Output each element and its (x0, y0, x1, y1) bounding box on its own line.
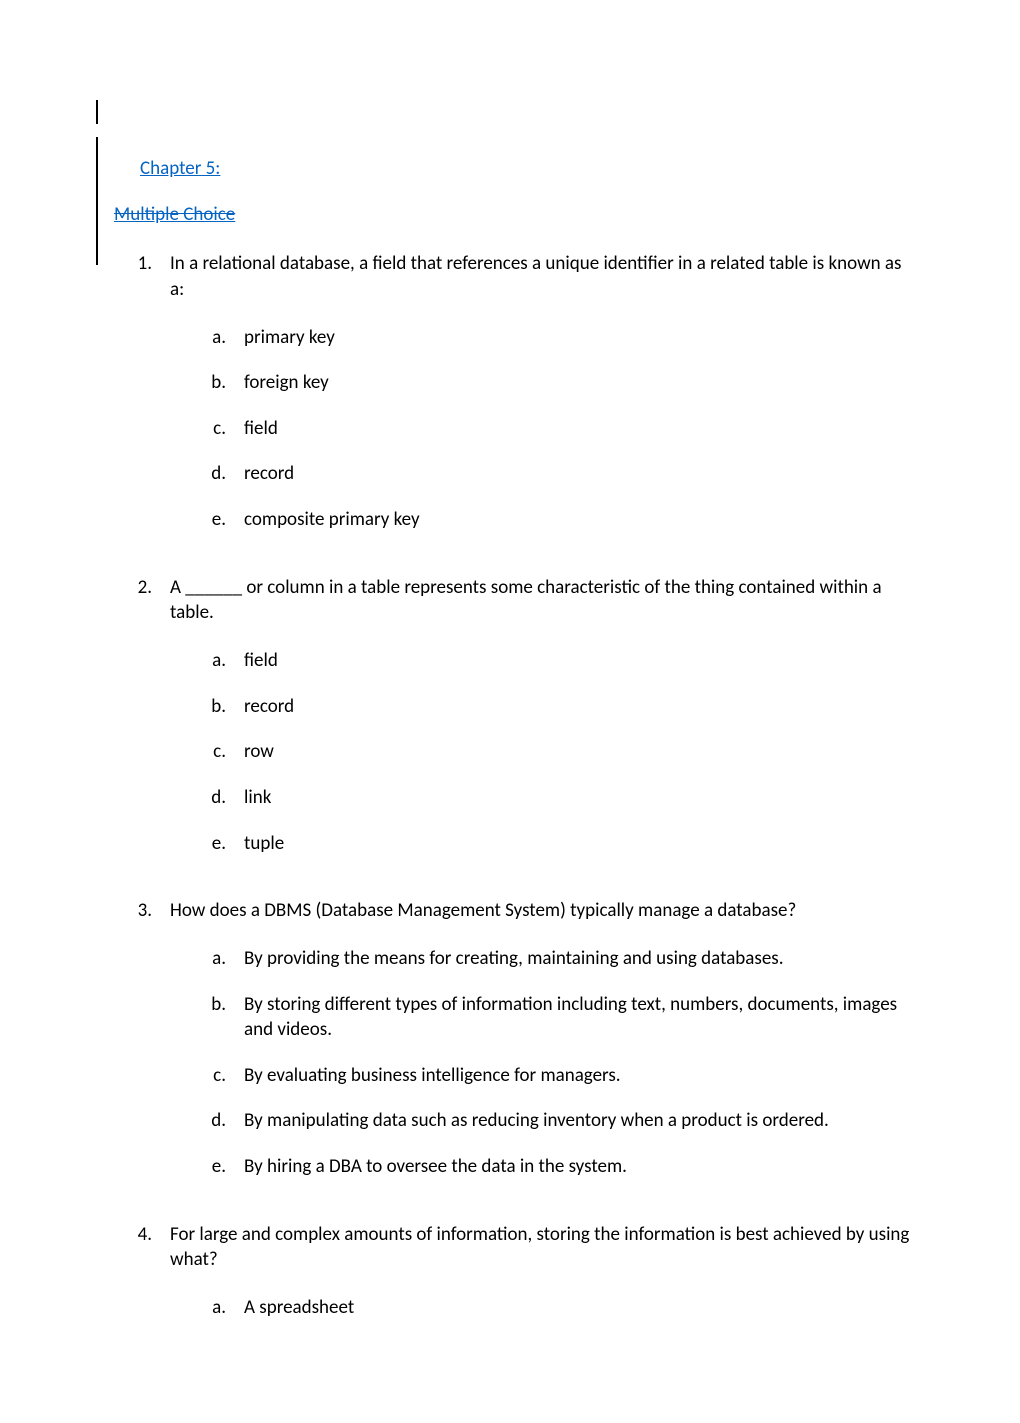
option-letter: a. (200, 648, 244, 674)
option-item: e.tuple (170, 831, 910, 857)
option-list: a.A spreadsheet (170, 1295, 910, 1321)
question-text-wrap: In a relational database, a field that r… (170, 251, 910, 552)
option-item: d.record (170, 461, 910, 487)
option-text: By providing the means for creating, mai… (244, 946, 910, 972)
option-letter: a. (200, 1295, 244, 1321)
option-list: a.field b.record c.row d.link e.tuple (170, 648, 910, 856)
question-text: In a relational database, a field that r… (170, 252, 901, 301)
question-text: How does a DBMS (Database Management Sys… (170, 899, 796, 922)
option-text: field (244, 416, 910, 442)
option-text: By hiring a DBA to oversee the data in t… (244, 1154, 910, 1180)
option-item: a.field (170, 648, 910, 674)
option-text: link (244, 785, 910, 811)
option-letter: b. (200, 992, 244, 1043)
chapter-link[interactable]: Chapter 5: (140, 156, 220, 182)
option-letter: a. (200, 946, 244, 972)
option-text: By storing different types of informatio… (244, 992, 910, 1043)
option-item: d.link (170, 785, 910, 811)
option-letter: b. (200, 370, 244, 396)
option-item: b.By storing different types of informat… (170, 992, 910, 1043)
option-item: e.composite primary key (170, 507, 910, 533)
option-letter: e. (200, 507, 244, 533)
option-text: By manipulating data such as reducing in… (244, 1108, 910, 1134)
option-item: b.foreign key (170, 370, 910, 396)
option-item: c.row (170, 739, 910, 765)
option-text: tuple (244, 831, 910, 857)
question-item: 3. How does a DBMS (Database Management … (114, 898, 910, 1199)
option-list: a.primary key b.foreign key c.field d.re… (170, 325, 910, 533)
question-item: 2. A ______ or column in a table represe… (114, 575, 910, 876)
option-item: b.record (170, 694, 910, 720)
option-text: record (244, 694, 910, 720)
option-letter: d. (200, 1108, 244, 1134)
option-letter: c. (200, 739, 244, 765)
option-item: d.By manipulating data such as reducing … (170, 1108, 910, 1134)
option-item: c.By evaluating business intelligence fo… (170, 1063, 910, 1089)
question-number: 2. (114, 575, 170, 876)
option-list: a.By providing the means for creating, m… (170, 946, 910, 1180)
option-item: e.By hiring a DBA to oversee the data in… (170, 1154, 910, 1180)
option-letter: c. (200, 416, 244, 442)
option-text: foreign key (244, 370, 910, 396)
option-text: A spreadsheet (244, 1295, 910, 1321)
option-letter: b. (200, 694, 244, 720)
question-text: For large and complex amounts of informa… (170, 1223, 909, 1272)
question-item: 4. For large and complex amounts of info… (114, 1222, 910, 1341)
question-text: A ______ or column in a table represents… (170, 576, 882, 625)
option-letter: a. (200, 325, 244, 351)
option-letter: d. (200, 461, 244, 487)
question-text-wrap: A ______ or column in a table represents… (170, 575, 910, 876)
option-text: By evaluating business intelligence for … (244, 1063, 910, 1089)
question-text-wrap: For large and complex amounts of informa… (170, 1222, 910, 1341)
mc-heading: Multiple Choice (114, 202, 910, 228)
document-page: Chapter 5: Multiple Choice 1. In a relat… (0, 0, 1020, 1423)
option-item: a.primary key (170, 325, 910, 351)
question-item: 1. In a relational database, a field tha… (114, 251, 910, 552)
revision-mark (96, 100, 98, 124)
option-text: row (244, 739, 910, 765)
question-number: 1. (114, 251, 170, 552)
revision-mark (96, 137, 98, 265)
question-number: 4. (114, 1222, 170, 1341)
option-letter: c. (200, 1063, 244, 1089)
option-item: a.A spreadsheet (170, 1295, 910, 1321)
option-text: record (244, 461, 910, 487)
option-letter: d. (200, 785, 244, 811)
option-text: primary key (244, 325, 910, 351)
question-number: 3. (114, 898, 170, 1199)
option-letter: e. (200, 1154, 244, 1180)
option-text: composite primary key (244, 507, 910, 533)
question-text-wrap: How does a DBMS (Database Management Sys… (170, 898, 910, 1199)
question-list: 1. In a relational database, a field tha… (100, 251, 910, 1340)
option-item: a.By providing the means for creating, m… (170, 946, 910, 972)
option-letter: e. (200, 831, 244, 857)
option-text: field (244, 648, 910, 674)
option-item: c.field (170, 416, 910, 442)
chapter-heading: Chapter 5: (100, 100, 910, 202)
